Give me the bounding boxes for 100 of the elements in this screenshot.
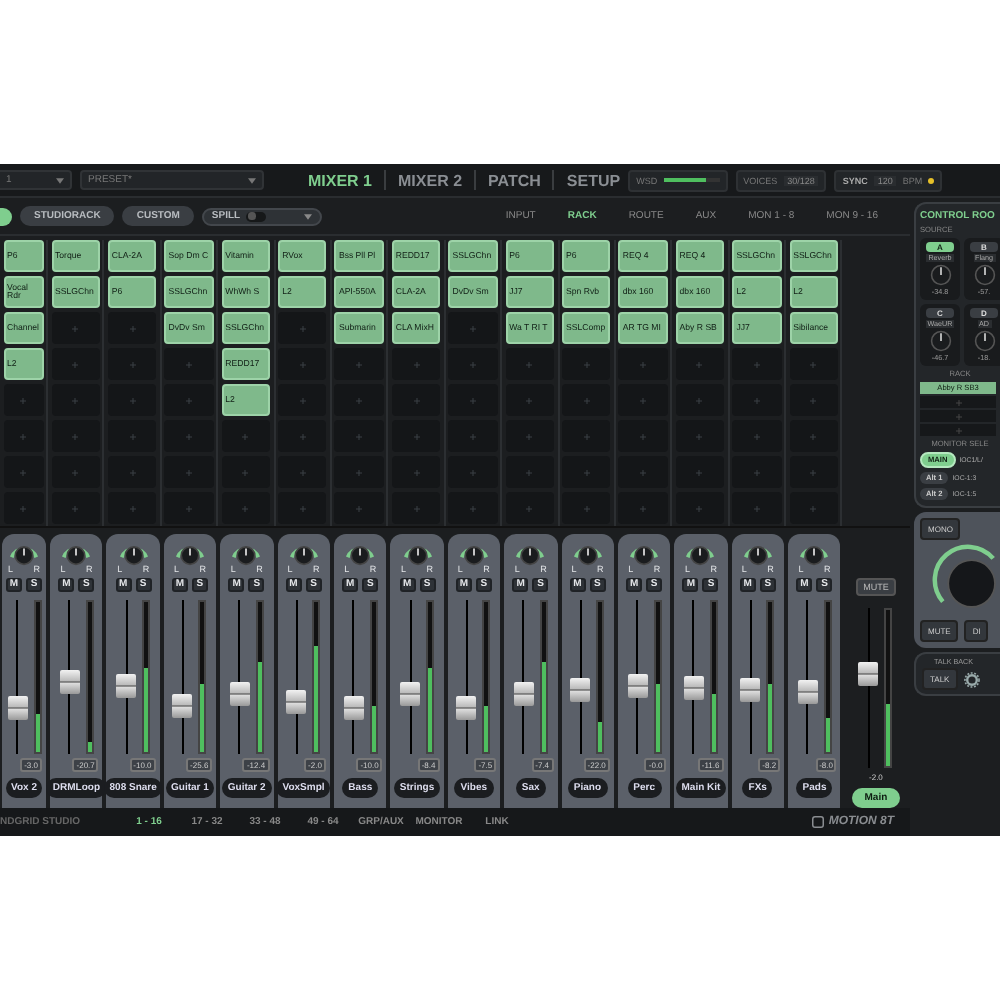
level-knob[interactable] bbox=[973, 330, 995, 352]
empty-slot[interactable] bbox=[3, 492, 43, 524]
empty-slot[interactable] bbox=[278, 348, 327, 380]
empty-slot[interactable] bbox=[107, 384, 157, 416]
empty-slot[interactable] bbox=[221, 492, 271, 524]
empty-slot[interactable] bbox=[334, 348, 384, 380]
fader-handle[interactable] bbox=[116, 674, 137, 699]
empty-slot[interactable] bbox=[278, 384, 327, 416]
empty-slot[interactable] bbox=[448, 312, 498, 344]
empty-slot[interactable] bbox=[107, 348, 157, 380]
fader-handle[interactable] bbox=[343, 695, 364, 720]
empty-slot[interactable] bbox=[164, 456, 214, 488]
empty-slot[interactable] bbox=[505, 348, 555, 380]
fader-handle[interactable] bbox=[570, 677, 591, 701]
settings-icon[interactable] bbox=[963, 671, 980, 687]
empty-slot[interactable] bbox=[505, 492, 555, 524]
empty-slot[interactable] bbox=[391, 456, 441, 488]
fader-handle[interactable] bbox=[286, 690, 307, 714]
empty-slot[interactable] bbox=[51, 456, 100, 488]
empty-slot[interactable] bbox=[562, 492, 611, 524]
empty-slot[interactable] bbox=[732, 348, 782, 380]
empty-slot[interactable] bbox=[789, 420, 838, 452]
empty-slot[interactable] bbox=[618, 384, 668, 416]
empty-slot[interactable] bbox=[391, 492, 441, 524]
empty-slot[interactable] bbox=[789, 384, 838, 416]
empty-slot[interactable] bbox=[164, 348, 214, 380]
fader-handle[interactable] bbox=[683, 675, 704, 700]
empty-slot[interactable] bbox=[164, 492, 214, 524]
empty-slot[interactable] bbox=[675, 384, 725, 416]
empty-slot[interactable] bbox=[920, 396, 996, 408]
empty-slot[interactable] bbox=[107, 312, 157, 344]
empty-slot[interactable] bbox=[51, 312, 100, 344]
empty-slot[interactable] bbox=[732, 492, 782, 524]
empty-slot[interactable] bbox=[618, 348, 668, 380]
mixer-tab[interactable]: SETUP bbox=[566, 171, 621, 189]
empty-slot[interactable] bbox=[278, 492, 327, 524]
empty-slot[interactable] bbox=[562, 348, 611, 380]
empty-slot[interactable] bbox=[920, 410, 996, 422]
empty-slot[interactable] bbox=[107, 456, 157, 488]
empty-slot[interactable] bbox=[448, 348, 498, 380]
level-knob[interactable] bbox=[929, 264, 951, 286]
empty-slot[interactable] bbox=[391, 348, 441, 380]
empty-slot[interactable] bbox=[334, 492, 384, 524]
mixer-tab[interactable]: PATCH bbox=[488, 171, 541, 189]
empty-slot[interactable] bbox=[391, 420, 441, 452]
empty-slot[interactable] bbox=[278, 420, 327, 452]
empty-slot[interactable] bbox=[618, 456, 668, 488]
empty-slot[interactable] bbox=[107, 420, 157, 452]
empty-slot[interactable] bbox=[562, 420, 611, 452]
fader-handle[interactable] bbox=[740, 677, 761, 701]
empty-slot[interactable] bbox=[51, 492, 100, 524]
fader-handle[interactable] bbox=[7, 696, 27, 721]
empty-slot[interactable] bbox=[732, 456, 782, 488]
empty-slot[interactable] bbox=[3, 384, 43, 416]
empty-slot[interactable] bbox=[732, 420, 782, 452]
empty-slot[interactable] bbox=[3, 420, 43, 452]
fader-handle[interactable] bbox=[59, 670, 80, 695]
spill-switch[interactable] bbox=[246, 211, 267, 221]
fader-handle[interactable] bbox=[627, 674, 648, 699]
empty-slot[interactable] bbox=[448, 384, 498, 416]
empty-slot[interactable] bbox=[675, 420, 725, 452]
empty-slot[interactable] bbox=[51, 348, 100, 380]
fader-handle[interactable] bbox=[858, 662, 879, 687]
empty-slot[interactable] bbox=[675, 492, 725, 524]
empty-slot[interactable] bbox=[221, 420, 271, 452]
empty-slot[interactable] bbox=[221, 456, 271, 488]
toggle-button[interactable] bbox=[0, 207, 12, 225]
empty-slot[interactable] bbox=[675, 456, 725, 488]
level-knob[interactable] bbox=[929, 330, 951, 352]
mixer-tab[interactable]: MIXER 1 bbox=[308, 171, 373, 189]
empty-slot[interactable] bbox=[334, 384, 384, 416]
empty-slot[interactable] bbox=[448, 492, 498, 524]
empty-slot[interactable] bbox=[732, 384, 782, 416]
fader-handle[interactable] bbox=[797, 679, 818, 704]
empty-slot[interactable] bbox=[789, 456, 838, 488]
empty-slot[interactable] bbox=[51, 420, 100, 452]
empty-slot[interactable] bbox=[505, 420, 555, 452]
empty-slot[interactable] bbox=[618, 420, 668, 452]
empty-slot[interactable] bbox=[164, 384, 214, 416]
empty-slot[interactable] bbox=[789, 348, 838, 380]
empty-slot[interactable] bbox=[278, 456, 327, 488]
empty-slot[interactable] bbox=[618, 492, 668, 524]
empty-slot[interactable] bbox=[278, 312, 327, 344]
fader-handle[interactable] bbox=[456, 695, 477, 720]
level-knob[interactable] bbox=[973, 264, 995, 286]
empty-slot[interactable] bbox=[448, 420, 498, 452]
empty-slot[interactable] bbox=[920, 424, 996, 436]
empty-slot[interactable] bbox=[3, 456, 43, 488]
fader-handle[interactable] bbox=[400, 682, 421, 707]
empty-slot[interactable] bbox=[562, 456, 611, 488]
fader-handle[interactable] bbox=[172, 693, 193, 718]
fader-handle[interactable] bbox=[513, 682, 534, 707]
empty-slot[interactable] bbox=[562, 384, 611, 416]
empty-slot[interactable] bbox=[675, 348, 725, 380]
empty-slot[interactable] bbox=[334, 456, 384, 488]
fader-handle[interactable] bbox=[229, 682, 250, 707]
empty-slot[interactable] bbox=[505, 456, 555, 488]
empty-slot[interactable] bbox=[391, 384, 441, 416]
empty-slot[interactable] bbox=[505, 384, 555, 416]
empty-slot[interactable] bbox=[107, 492, 157, 524]
